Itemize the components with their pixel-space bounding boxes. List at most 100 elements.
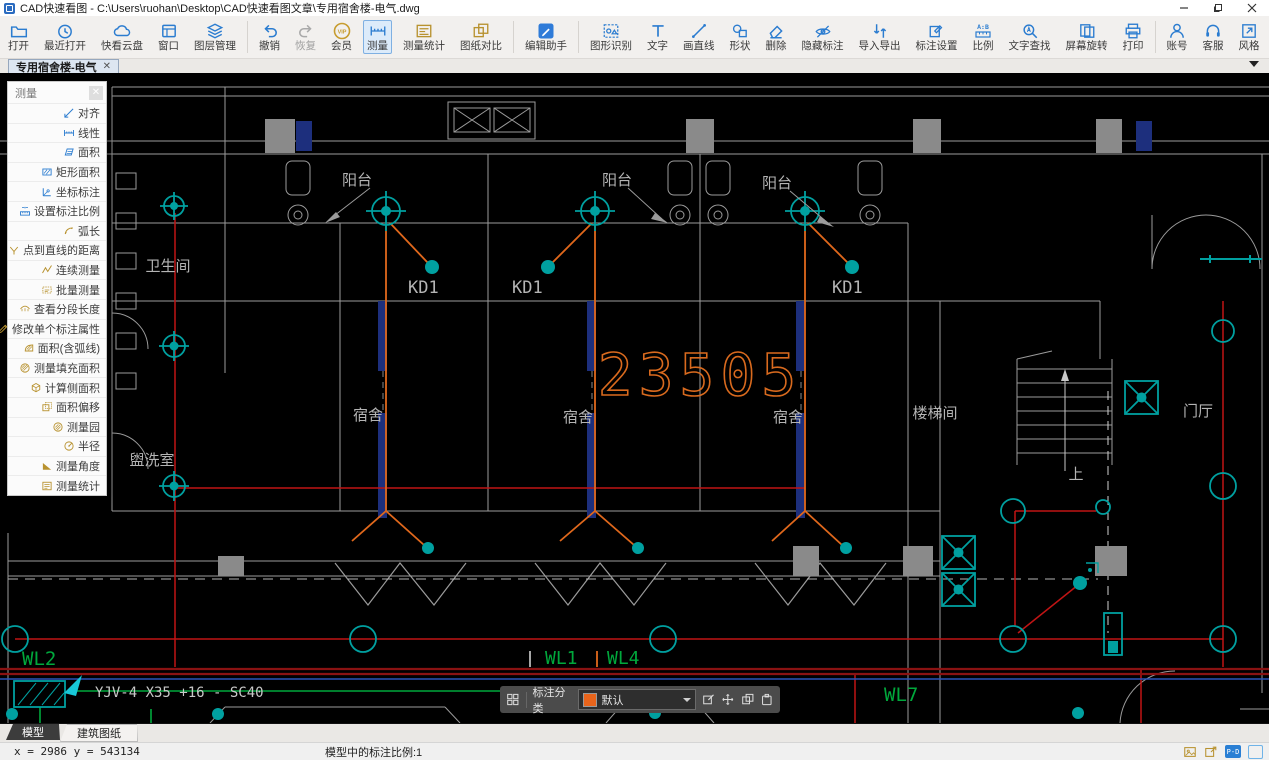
svg-text:WL2: WL2 [22, 648, 56, 670]
svg-text:上: 上 [1068, 466, 1083, 483]
dimension-text: 23505 [598, 341, 803, 409]
measure-item-stats[interactable]: 测量统计 [8, 475, 106, 495]
measure-item-rect-area[interactable]: 矩形面积 [8, 161, 106, 182]
window-mode-icon[interactable] [1248, 744, 1263, 759]
edit-annotation-icon[interactable] [702, 692, 716, 707]
measure-item-area-offset[interactable]: 面积偏移 [8, 396, 106, 417]
svg-text:WL1: WL1 [545, 648, 578, 669]
undo-button[interactable]: 撤销 [255, 20, 284, 54]
measure-item-coordinate[interactable]: 坐标标注 [8, 181, 106, 201]
measure-item-segment-length[interactable]: 查看分段长度 [8, 298, 106, 319]
toolbar-separator [1154, 21, 1156, 53]
toolbar-separator [247, 21, 248, 53]
print-button[interactable]: 打印 [1119, 20, 1148, 54]
stair-up-arrow [1061, 369, 1069, 381]
share-icon[interactable] [1204, 745, 1218, 759]
shape-button[interactable]: 形状 [726, 20, 755, 54]
feeder-arrow [64, 675, 82, 696]
toolbar-collapse-arrow-icon[interactable] [1249, 61, 1259, 67]
measure-item-fill-area[interactable]: 测量填充面积 [8, 357, 106, 378]
measure-item-edit-annotation[interactable]: 修改单个标注属性 [8, 318, 106, 339]
scale-icon: A:B [975, 23, 991, 38]
vip-member-button[interactable]: VIP 会员 [327, 20, 356, 54]
measure-item-scale-setting[interactable]: 设置标注比例 [8, 200, 106, 221]
document-tab[interactable]: 专用宿舍楼-电气 ✕ [8, 59, 120, 74]
svg-text:WL7: WL7 [884, 684, 918, 706]
open-button[interactable]: 打开 [4, 20, 33, 54]
status-bar: x = 2986 y = 543134 模型中的标注比例:1 P-D [0, 742, 1269, 760]
app-logo-icon [4, 2, 15, 14]
measure-item-point-line-distance[interactable]: 点到直线的距离 [8, 240, 106, 260]
hide-annotation-button[interactable]: 隐藏标注 [798, 20, 848, 54]
sheet-tab-model[interactable]: 模型 [6, 724, 60, 740]
close-button[interactable] [1235, 0, 1269, 16]
svg-text:宿舍: 宿舍 [353, 407, 383, 424]
screen-rotate-button[interactable]: 屏幕旋转 [1062, 20, 1112, 54]
toolbar-separator [513, 21, 514, 53]
sheet-tab-architecture[interactable]: 建筑图纸 [60, 724, 138, 742]
svg-text:VIP: VIP [337, 30, 346, 36]
chevron-down-icon [682, 697, 691, 702]
edit-assistant-button[interactable]: 编辑助手 [521, 20, 571, 54]
measure-item-side-area[interactable]: 计算侧面积 [8, 377, 106, 397]
layer-manager-button[interactable]: 图层管理 [190, 20, 240, 54]
cad-drawing: 阳台 阳台 阳台 KD1 KD1 KD1 卫生间 盥洗室 宿舍 宿舍 宿舍 楼梯… [0, 86, 1269, 723]
svg-text:卫生间: 卫生间 [145, 258, 190, 275]
measure-item-arc-length[interactable]: 弧长 [8, 220, 106, 241]
minimize-button[interactable] [1167, 0, 1201, 16]
measure-item-radius[interactable]: 半径 [8, 436, 106, 456]
label-leader-arrows [325, 187, 834, 227]
measure-item-area-with-arc[interactable]: 面积(含弧线) [8, 338, 106, 358]
model-scale-info: 模型中的标注比例:1 [325, 746, 423, 759]
grid-icon[interactable] [506, 692, 520, 707]
recent-open-button[interactable]: 最近打开 [40, 20, 90, 54]
measure-stats-button[interactable]: 测量统计 [399, 20, 449, 54]
scale-button[interactable]: A:B 比例 [969, 20, 998, 54]
support-button[interactable]: 客服 [1199, 20, 1228, 54]
category-selected: 默认 [601, 694, 624, 707]
import-export-button[interactable]: 导入导出 [855, 20, 905, 54]
measure-item-continuous[interactable]: 连续测量 [8, 259, 106, 280]
text-button[interactable]: 文字 [643, 20, 672, 54]
measure-item-angle[interactable]: 测量角度 [8, 455, 106, 476]
cloud-drive-button[interactable]: 快看云盘 [97, 20, 147, 54]
pdf-convert-icon[interactable]: P-D [1225, 745, 1241, 758]
svg-text:阳台: 阳台 [342, 172, 372, 189]
vip-icon: VIP [333, 22, 350, 40]
navy-wall-bars [296, 121, 1152, 518]
svg-text:阳台: 阳台 [762, 175, 792, 192]
electrical-fittings [6, 202, 1147, 720]
measure-item-circle[interactable]: 测量园 [8, 416, 106, 437]
redo-button[interactable]: 恢复 [291, 20, 320, 54]
annotation-settings-button[interactable]: 标注设置 [912, 20, 962, 54]
document-tab-bar: 专用宿舍楼-电气 ✕ [0, 59, 1269, 74]
copy-icon[interactable] [741, 692, 755, 707]
measure-item-area[interactable]: 面积 [8, 142, 106, 162]
measure-item-linear[interactable]: 线性 [8, 122, 106, 143]
draw-line-button[interactable]: 画直线 [679, 20, 719, 54]
tab-close-icon[interactable]: ✕ [103, 61, 111, 72]
svg-text:YJV-4 X35 +16 - SC40: YJV-4 X35 +16 - SC40 [95, 685, 264, 701]
panel-close-icon[interactable]: ✕ [89, 85, 103, 100]
electrical-symbols [1, 191, 1262, 708]
window-button[interactable]: 窗口 [154, 20, 183, 54]
delete-button[interactable]: 删除 [762, 20, 791, 54]
move-icon[interactable] [721, 692, 735, 707]
svg-text:盥洗室: 盥洗室 [129, 452, 174, 469]
text-search-button[interactable]: 文字查找 [1005, 20, 1055, 54]
drawing-compare-button[interactable]: 图纸对比 [456, 20, 506, 54]
svg-text:KD1: KD1 [512, 278, 543, 298]
drawing-canvas[interactable]: 阳台 阳台 阳台 KD1 KD1 KD1 卫生间 盥洗室 宿舍 宿舍 宿舍 楼梯… [0, 73, 1269, 723]
main-toolbar: 打开 最近打开 快看云盘 窗口 图层管理 撤销 恢复 VIP 会员 测量 测量统… [0, 16, 1269, 59]
measure-button[interactable]: 测量 [363, 20, 392, 54]
shape-recognition-button[interactable]: 图形识别 [586, 20, 636, 54]
account-button[interactable]: 账号 [1163, 20, 1192, 54]
category-dropdown[interactable]: 默认 [578, 689, 696, 710]
maximize-button[interactable] [1201, 0, 1235, 16]
image-export-icon[interactable] [1183, 745, 1197, 759]
measure-item-batch[interactable]: 批量测量 [8, 279, 106, 299]
power-lines-red [15, 213, 1224, 723]
style-button[interactable]: 风格 [1235, 20, 1264, 54]
paste-icon[interactable] [760, 692, 774, 707]
measure-item-align[interactable]: 对齐 [8, 103, 106, 123]
